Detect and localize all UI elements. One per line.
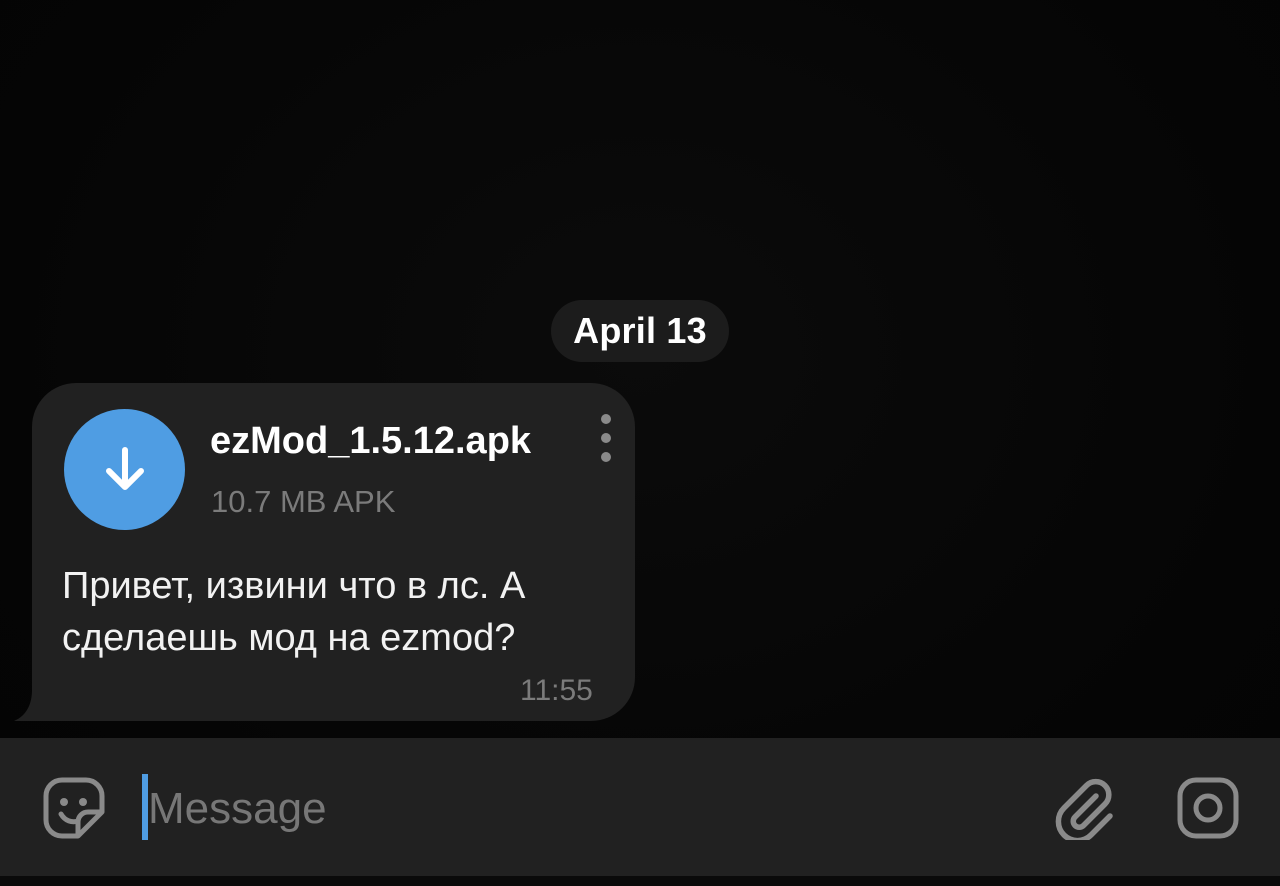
dot-icon xyxy=(601,433,611,443)
sticker-smile-icon xyxy=(43,777,105,839)
message-list[interactable]: April 13 ezMod_1.5.12.apk 10.7 MB APK Пр… xyxy=(0,0,1280,738)
message-input[interactable] xyxy=(148,778,1028,840)
message-time: 11:55 xyxy=(520,674,593,707)
file-name[interactable]: ezMod_1.5.12.apk xyxy=(210,420,531,463)
download-arrow-icon xyxy=(105,446,144,490)
camera-button[interactable] xyxy=(1176,776,1240,840)
date-separator: April 13 xyxy=(551,300,729,362)
attach-button[interactable] xyxy=(1052,774,1118,844)
dot-icon xyxy=(601,452,611,462)
date-separator-label: April 13 xyxy=(573,310,707,351)
message-menu-button[interactable] xyxy=(596,414,616,462)
file-meta: 10.7 MB APK xyxy=(211,484,396,519)
bottom-edge xyxy=(0,876,1280,886)
dot-icon xyxy=(601,414,611,424)
camera-icon xyxy=(1177,777,1239,839)
file-download-button[interactable] xyxy=(64,409,185,530)
paperclip-icon xyxy=(1055,779,1113,844)
emoji-sticker-button[interactable] xyxy=(42,776,106,840)
chat-screen: April 13 ezMod_1.5.12.apk 10.7 MB APK Пр… xyxy=(0,0,1280,886)
message-text: Привет, извини что в лс. А сделаешь мод … xyxy=(62,565,526,659)
